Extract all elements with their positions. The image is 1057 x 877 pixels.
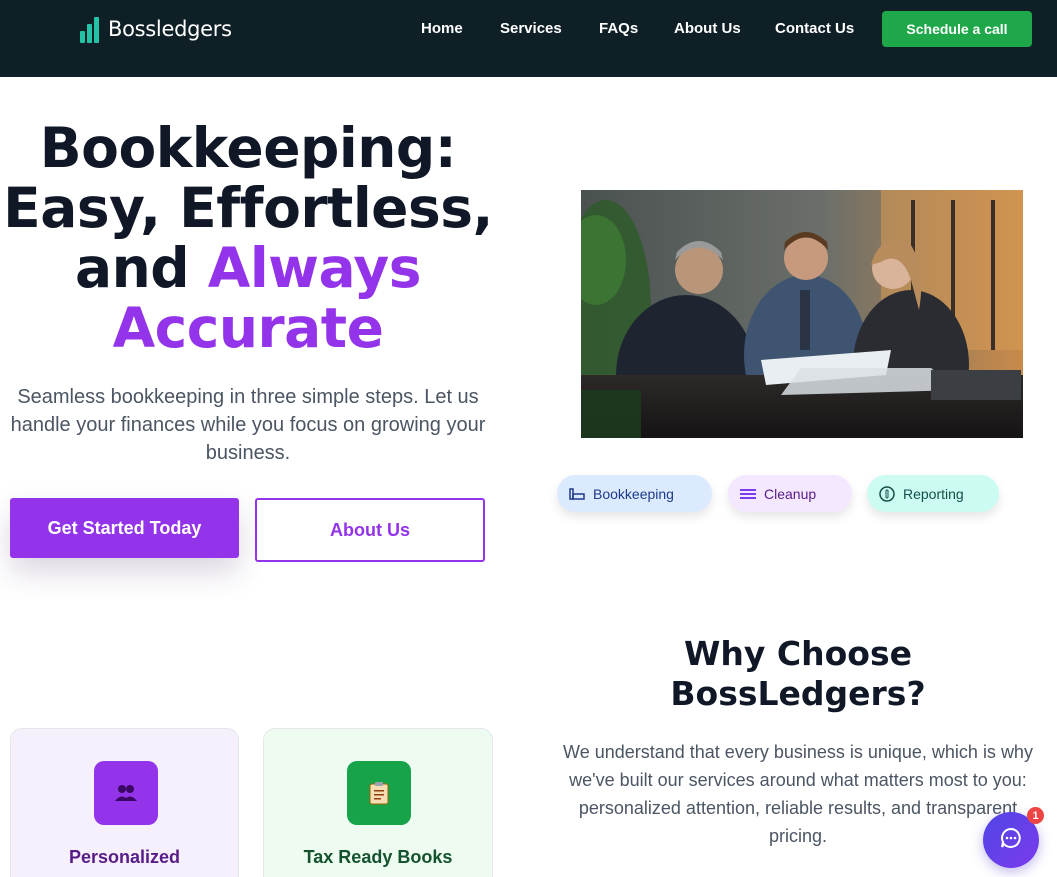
about-us-button[interactable]: About Us bbox=[255, 498, 485, 562]
brand-name: Bossledgers bbox=[108, 17, 232, 41]
pill-reporting-label: Reporting bbox=[903, 485, 964, 502]
bar-chart-logo-icon bbox=[80, 15, 102, 43]
brand-logo[interactable]: Bossledgers bbox=[80, 15, 232, 43]
why-title-line-2: BossLedgers? bbox=[670, 674, 926, 713]
ledger-icon bbox=[569, 486, 585, 502]
get-started-button[interactable]: Get Started Today bbox=[10, 498, 239, 558]
hero-title: Bookkeeping: Easy, Effortless, and Alway… bbox=[0, 118, 496, 358]
nav-home-link[interactable]: Home bbox=[421, 20, 463, 38]
chat-notification-badge: 1 bbox=[1027, 807, 1044, 824]
nav-services-link[interactable]: Services bbox=[500, 20, 562, 38]
pill-reporting[interactable]: Reporting bbox=[867, 475, 999, 512]
pill-cleanup-label: Cleanup bbox=[764, 485, 817, 502]
pill-cleanup[interactable]: Cleanup bbox=[728, 475, 852, 512]
card-label-tax-ready: Tax Ready Books bbox=[303, 847, 453, 867]
chat-bubble-icon bbox=[1000, 827, 1022, 854]
pill-bookkeeping[interactable]: Bookkeeping bbox=[557, 475, 712, 512]
nav-faqs-link[interactable]: FAQs bbox=[599, 20, 638, 38]
why-title-line-1: Why Choose bbox=[684, 634, 912, 673]
nav-about-link[interactable]: About Us bbox=[674, 20, 741, 38]
clipboard-icon bbox=[347, 761, 411, 825]
hero-title-line-3: and bbox=[74, 236, 208, 300]
hero-title-line-1: Bookkeeping: bbox=[39, 116, 457, 180]
schedule-call-button[interactable]: Schedule a call bbox=[882, 11, 1032, 47]
why-choose-text: We understand that every business is uni… bbox=[563, 742, 1033, 846]
hero-title-accent-1: Always bbox=[207, 236, 422, 300]
feature-card-tax-ready: Tax Ready Books bbox=[263, 728, 493, 877]
top-navigation: Bossledgers Home Services FAQs About Us … bbox=[0, 0, 1057, 77]
people-icon bbox=[94, 761, 158, 825]
coin-icon bbox=[879, 485, 895, 502]
card-label-personalized: Personalized bbox=[68, 847, 181, 867]
nav-contact-link[interactable]: Contact Us bbox=[775, 20, 854, 38]
feature-card-personalized: Personalized bbox=[10, 728, 239, 877]
list-lines-icon bbox=[740, 486, 756, 502]
pill-bookkeeping-label: Bookkeeping bbox=[593, 485, 674, 502]
hero-title-accent-2: Accurate bbox=[112, 296, 384, 360]
why-choose-title: Why Choose BossLedgers? bbox=[563, 634, 1033, 714]
hero-team-photo bbox=[581, 190, 1023, 438]
hero-subtitle: Seamless bookkeeping in three simple ste… bbox=[10, 386, 486, 464]
hero-title-line-2: Easy, Effortless, bbox=[3, 176, 493, 240]
